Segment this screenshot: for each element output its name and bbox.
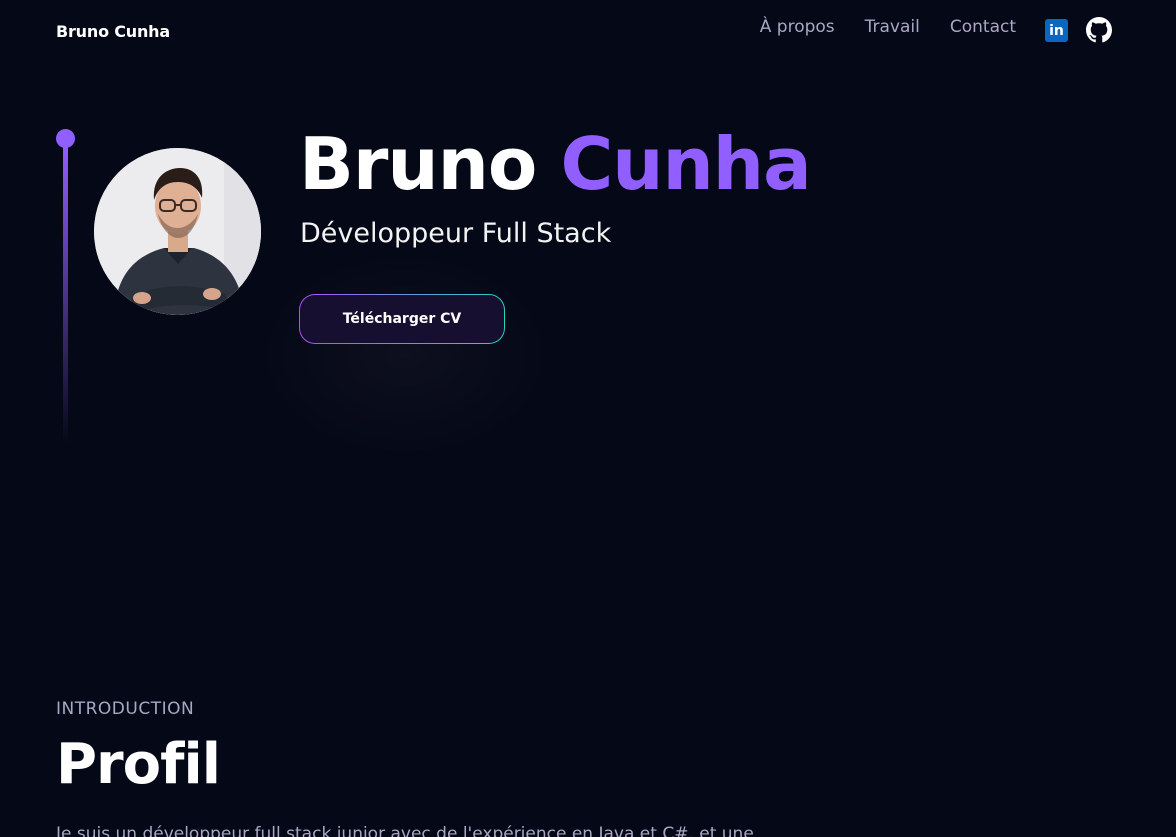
- page: Bruno Cunha À propos Travail Contact in: [0, 0, 1176, 837]
- hero-first-name: Bruno: [299, 122, 537, 206]
- nav-link-work[interactable]: Travail: [865, 17, 920, 37]
- avatar: [94, 148, 261, 315]
- nav-link-contact[interactable]: Contact: [950, 17, 1016, 37]
- linkedin-icon-text: in: [1049, 22, 1064, 39]
- hero-title: Bruno Cunha: [299, 118, 812, 210]
- profile-description: Je suis un développeur full stack junior…: [56, 824, 754, 837]
- linkedin-icon[interactable]: in: [1045, 18, 1068, 42]
- profile-photo: [94, 148, 261, 315]
- brand-logo[interactable]: Bruno Cunha: [56, 22, 170, 41]
- download-cv-button[interactable]: Télécharger CV: [299, 294, 505, 344]
- main-nav: À propos Travail Contact: [760, 17, 1016, 37]
- timeline-line: [63, 145, 68, 445]
- nav-link-about[interactable]: À propos: [760, 17, 835, 37]
- social-links: in: [1045, 17, 1112, 43]
- section-subtitle: INTRODUCTION: [56, 699, 195, 719]
- section-title: Profil: [56, 732, 221, 797]
- hero-subtitle: Développeur Full Stack: [300, 218, 612, 249]
- github-icon[interactable]: [1086, 17, 1112, 43]
- background-glow: [255, 250, 555, 460]
- hero-last-name: Cunha: [560, 122, 811, 206]
